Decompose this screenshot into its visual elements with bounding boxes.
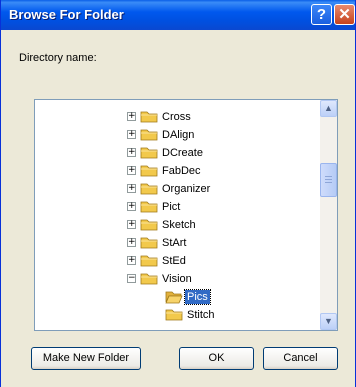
folder-icon xyxy=(140,165,158,177)
browse-for-folder-dialog: Browse For Folder ? ✕ Directory name: + C… xyxy=(0,0,356,387)
tree-item-fabdec[interactable]: + FabDec xyxy=(35,162,315,180)
tree-item-label: Cross xyxy=(162,111,191,123)
tree-item-pict[interactable]: + Pict xyxy=(35,198,315,216)
expand-icon[interactable]: + xyxy=(127,256,136,265)
tree-item-organizer[interactable]: + Organizer xyxy=(35,180,315,198)
tree-item-label: StArt xyxy=(162,237,187,249)
expand-icon[interactable]: + xyxy=(127,220,136,229)
close-button[interactable]: ✕ xyxy=(334,4,355,25)
dialog-title: Browse For Folder xyxy=(9,7,124,22)
vertical-scrollbar[interactable]: ▲ ▼ xyxy=(320,100,337,330)
tree-item-label: Pict xyxy=(162,201,181,213)
tree-item-label: Sketch xyxy=(162,219,196,231)
folder-icon xyxy=(140,237,158,249)
folder-icon xyxy=(165,309,183,321)
folder-icon xyxy=(140,183,158,195)
expand-icon[interactable]: + xyxy=(127,184,136,193)
help-button[interactable]: ? xyxy=(311,4,332,25)
folder-icon xyxy=(140,111,158,123)
ok-button[interactable]: OK xyxy=(179,347,254,370)
open-folder-icon xyxy=(165,291,183,304)
tree-item-start[interactable]: + StArt xyxy=(35,234,315,252)
folder-icon xyxy=(140,147,158,159)
tree-item-label: Pics xyxy=(184,289,211,305)
tree-item-dalign[interactable]: + DAlign xyxy=(35,126,315,144)
expand-icon[interactable]: + xyxy=(127,202,136,211)
expand-icon[interactable]: + xyxy=(127,112,136,121)
expand-icon[interactable]: + xyxy=(127,166,136,175)
tree-item-label: DAlign xyxy=(162,129,195,141)
title-bar[interactable]: Browse For Folder ? ✕ xyxy=(1,0,355,30)
folder-icon xyxy=(140,201,158,213)
expand-icon[interactable]: + xyxy=(127,148,136,157)
scroll-thumb[interactable] xyxy=(320,163,337,197)
cancel-button[interactable]: Cancel xyxy=(263,347,338,370)
tree-item-label: DCreate xyxy=(162,147,203,159)
tree-item-label: Stitch xyxy=(187,309,215,321)
tree-item-label: StEd xyxy=(162,255,186,267)
expand-icon[interactable]: + xyxy=(127,130,136,139)
tree-item-dcreate[interactable]: + DCreate xyxy=(35,144,315,162)
folder-icon xyxy=(140,219,158,231)
folder-icon xyxy=(140,129,158,141)
tree-item-label: FabDec xyxy=(162,165,201,177)
tree-item-label: Organizer xyxy=(162,183,211,195)
tree-item-sketch[interactable]: + Sketch xyxy=(35,216,315,234)
expand-icon[interactable]: + xyxy=(127,238,136,247)
tree-item-vision[interactable]: − Vision xyxy=(35,270,315,288)
tree-item-pics[interactable]: Pics xyxy=(35,288,315,306)
scroll-up-arrow-icon[interactable]: ▲ xyxy=(320,100,337,117)
tree-item-label: Vision xyxy=(162,273,192,285)
scroll-down-arrow-icon[interactable]: ▼ xyxy=(320,313,337,330)
tree-item-stitch[interactable]: Stitch xyxy=(35,306,315,324)
folder-icon xyxy=(140,273,158,285)
folder-icon xyxy=(140,255,158,267)
folder-tree[interactable]: + Cross + DAlign + DCreate + FabDec + Organizer + P… xyxy=(34,99,338,331)
collapse-icon[interactable]: − xyxy=(127,274,136,283)
make-new-folder-button[interactable]: Make New Folder xyxy=(31,347,141,370)
directory-name-label: Directory name: xyxy=(19,52,97,64)
tree-item-cross[interactable]: + Cross xyxy=(35,108,315,126)
tree-item-sted[interactable]: + StEd xyxy=(35,252,315,270)
